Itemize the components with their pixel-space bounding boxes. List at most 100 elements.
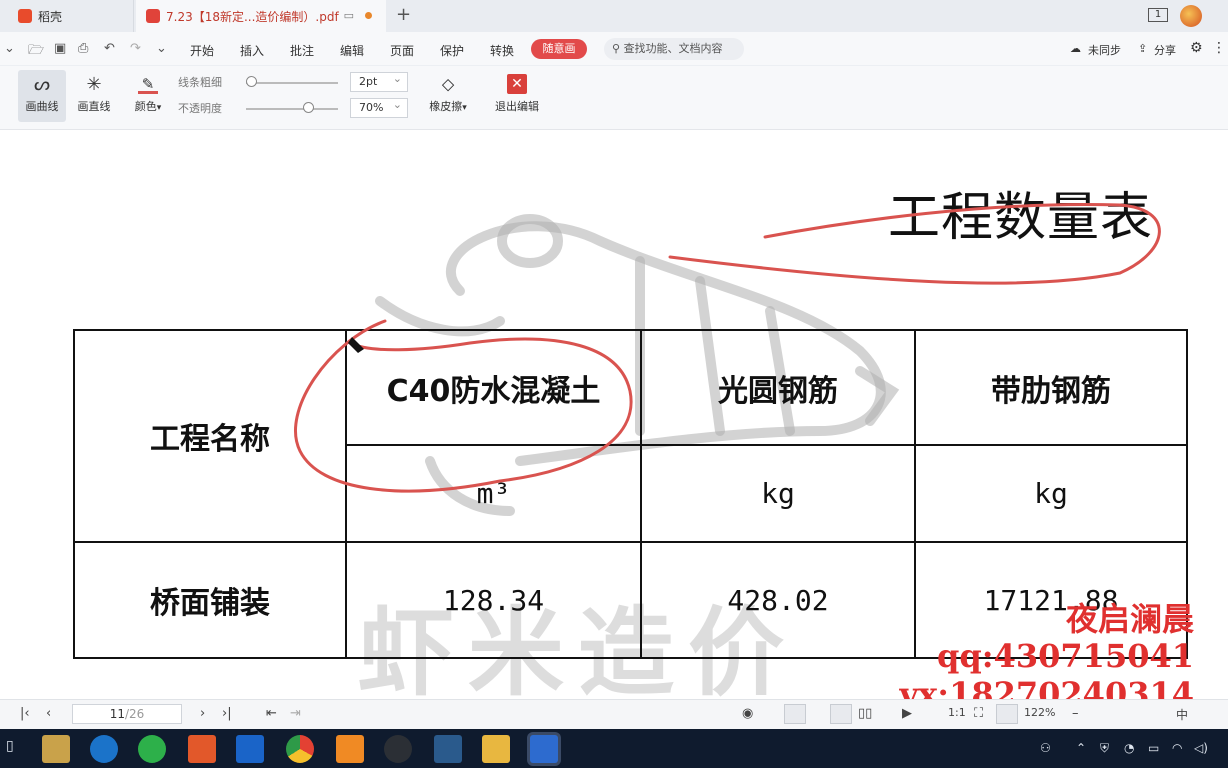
menu-comment[interactable]: 批注 bbox=[290, 42, 314, 59]
first-page-icon[interactable]: |‹ bbox=[20, 706, 30, 721]
open-folder-icon[interactable]: 🗁 bbox=[28, 41, 44, 63]
window-count-indicator[interactable]: 1 bbox=[1148, 8, 1168, 22]
cloud-sync-icon[interactable]: ☁ bbox=[1070, 42, 1081, 55]
tab-home[interactable]: 稻壳 bbox=[0, 0, 134, 32]
user-avatar[interactable] bbox=[1180, 5, 1202, 27]
menu-page[interactable]: 页面 bbox=[390, 42, 414, 59]
tray-expand-icon[interactable]: ⌃ bbox=[1076, 741, 1086, 755]
fit-page-icon[interactable]: ⛶ bbox=[974, 706, 983, 721]
menu-freehand[interactable]: 随意画 bbox=[531, 39, 587, 59]
menu-edit[interactable]: 编辑 bbox=[340, 42, 364, 59]
wps-taskbar-icon[interactable] bbox=[530, 735, 558, 763]
more-icon[interactable]: ⋮ bbox=[1212, 40, 1226, 56]
wifi-icon[interactable]: ◠ bbox=[1172, 741, 1182, 755]
line-width-select[interactable]: 2pt bbox=[350, 70, 408, 92]
forward-icon[interactable]: ⇥ bbox=[290, 706, 301, 721]
zip-icon[interactable] bbox=[188, 735, 216, 763]
chevron-down-icon[interactable]: ⌄ bbox=[4, 41, 15, 56]
tab-document-label: 7.23【18新定...造价编制）.pdf bbox=[166, 9, 339, 24]
line-star-icon: ✳ bbox=[86, 73, 102, 95]
exit-edit-button[interactable]: ✕ 退出编辑 bbox=[490, 70, 544, 122]
sync-status[interactable]: 未同步 bbox=[1088, 42, 1121, 58]
redo-icon[interactable]: ↷ bbox=[130, 41, 141, 56]
ime-mode[interactable]: 中 bbox=[1176, 706, 1188, 723]
draw-curve-label: 画曲线 bbox=[25, 100, 59, 113]
cell-annotation-stroke bbox=[294, 319, 633, 493]
search-box[interactable]: ⚲ 查找功能、文档内容 bbox=[604, 38, 744, 60]
network-app-icon[interactable] bbox=[434, 735, 462, 763]
actual-size-icon[interactable]: 1:1 bbox=[948, 706, 966, 719]
eye-protect-icon[interactable]: ◉ bbox=[742, 706, 753, 721]
draw-line-label: 画直线 bbox=[77, 100, 111, 113]
sogou-icon[interactable] bbox=[336, 735, 364, 763]
taskbar: ▯ ⚇ ⌃ ⛨ ◔ ▭ ◠ ◁) bbox=[0, 729, 1228, 768]
opacity-select[interactable]: 70% bbox=[350, 96, 408, 118]
recorder-icon[interactable] bbox=[384, 735, 412, 763]
two-page-view-icon[interactable]: ▯▯ bbox=[858, 706, 872, 721]
next-page-icon[interactable]: › bbox=[200, 706, 205, 721]
pen-ribbon: ᔕ 画曲线 ✳ 画直线 ✎ 颜色▾ 线条粗细 不透明度 2pt 70% ⬦ 橡皮… bbox=[0, 66, 1228, 130]
search-icon: ⚲ bbox=[612, 42, 621, 55]
contact-name: 夜启澜晨 bbox=[1065, 600, 1194, 638]
status-bar: |‹ ‹ 11/26 › ›| ⇤ ⇥ ◉ ▯▯ ▶ 1:1 ⛶ 122% – … bbox=[0, 699, 1228, 729]
unsaved-dot-icon bbox=[365, 12, 372, 19]
document-page[interactable]: 虾米造价 工程数量表 工程名称 C40防水混凝土 光圆钢筋 带肋钢筋 m³ kg… bbox=[0, 131, 1228, 699]
eraser-caret-icon: ▾ bbox=[462, 103, 467, 113]
opacity-label: 不透明度 bbox=[178, 102, 222, 115]
draw-curve-button[interactable]: ᔕ 画曲线 bbox=[18, 70, 66, 122]
page-current: 11 bbox=[109, 707, 125, 721]
wechat-icon[interactable] bbox=[138, 735, 166, 763]
wps-logo-icon bbox=[18, 9, 32, 23]
security-icon[interactable]: ⛨ bbox=[1100, 741, 1109, 756]
cloud-app-icon[interactable] bbox=[236, 735, 264, 763]
close-icon: ✕ bbox=[507, 74, 527, 94]
menu-start[interactable]: 开始 bbox=[190, 42, 214, 59]
more-chevron-icon[interactable]: ⌄ bbox=[156, 41, 167, 56]
page-number-input[interactable]: 11/26 bbox=[72, 704, 182, 724]
color-button[interactable]: ✎ 颜色▾ bbox=[128, 70, 168, 122]
contact-overlay: 夜启澜晨 qq:430715041 vx:18270240314 bbox=[900, 601, 1194, 699]
menu-convert[interactable]: 转换 bbox=[490, 42, 514, 59]
share-button[interactable]: 分享 bbox=[1154, 42, 1176, 58]
opacity-slider[interactable] bbox=[246, 108, 338, 110]
share-icon[interactable]: ⇪ bbox=[1138, 42, 1147, 55]
store-icon[interactable] bbox=[42, 735, 70, 763]
menu-insert[interactable]: 插入 bbox=[240, 42, 264, 59]
zoom-out-icon[interactable]: – bbox=[1072, 706, 1079, 721]
continuous-view-icon[interactable] bbox=[830, 704, 852, 724]
single-page-view-icon[interactable] bbox=[784, 704, 806, 724]
settings-gear-icon[interactable]: ⚙ bbox=[1190, 40, 1203, 56]
last-page-icon[interactable]: ›| bbox=[222, 706, 232, 721]
people-icon[interactable]: ⚇ bbox=[1040, 741, 1051, 755]
eraser-button[interactable]: ⬦ 橡皮擦▾ bbox=[422, 70, 474, 122]
menu-protect[interactable]: 保护 bbox=[440, 42, 464, 59]
fit-width-icon[interactable] bbox=[996, 704, 1018, 724]
menu-row: ⌄ 🗁 ▣ ⎙ ↶ ↷ ⌄ 开始 插入 批注 编辑 页面 保护 转换 随意画 ⚲… bbox=[0, 32, 1228, 66]
title-annotation-stroke bbox=[668, 203, 1161, 285]
line-width-label: 线条粗细 bbox=[178, 76, 222, 89]
contact-vx: vx:18270240314 bbox=[899, 675, 1194, 699]
new-tab-button[interactable]: + bbox=[396, 4, 411, 25]
tab-pin-icon[interactable]: ▭ bbox=[344, 9, 354, 22]
opacity-knob[interactable] bbox=[302, 102, 314, 113]
back-icon[interactable]: ⇤ bbox=[266, 706, 277, 721]
play-icon[interactable]: ▶ bbox=[902, 706, 912, 721]
tab-document[interactable]: 7.23【18新定...造价编制）.pdf ▭ bbox=[136, 0, 386, 32]
line-width-knob[interactable] bbox=[246, 76, 257, 87]
print-icon[interactable]: ⎙ bbox=[78, 41, 88, 56]
prev-page-icon[interactable]: ‹ bbox=[46, 706, 51, 721]
qq-tray-icon[interactable]: ◔ bbox=[1124, 741, 1134, 755]
chrome-icon[interactable] bbox=[286, 735, 314, 763]
exit-edit-label: 退出编辑 bbox=[495, 100, 539, 113]
line-width-slider[interactable] bbox=[246, 82, 338, 84]
start-icon[interactable]: ▯ bbox=[6, 738, 14, 754]
draw-line-button[interactable]: ✳ 画直线 bbox=[72, 70, 116, 122]
battery-icon[interactable]: ▭ bbox=[1148, 741, 1159, 755]
ie-icon[interactable] bbox=[90, 735, 118, 763]
undo-icon[interactable]: ↶ bbox=[104, 41, 115, 56]
zoom-level[interactable]: 122% bbox=[1024, 706, 1055, 719]
save-icon[interactable]: ▣ bbox=[54, 41, 66, 56]
volume-icon[interactable]: ◁) bbox=[1194, 741, 1208, 755]
tab-home-label: 稻壳 bbox=[38, 9, 63, 24]
folder-icon[interactable] bbox=[482, 735, 510, 763]
